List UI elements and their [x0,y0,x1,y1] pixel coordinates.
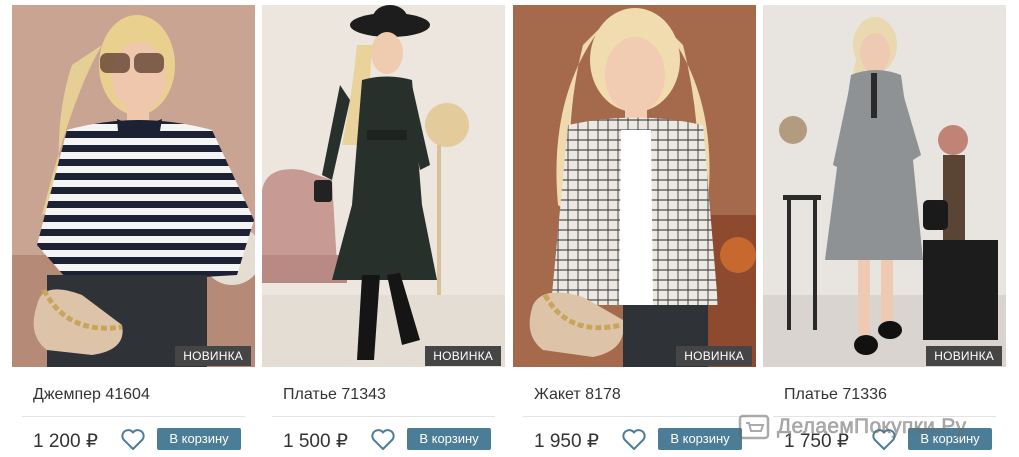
favorite-heart-icon[interactable] [871,428,897,451]
product-price: 1 500 ₽ [283,431,348,452]
add-to-cart-button[interactable]: В корзину [407,428,491,450]
product-card[interactable]: НОВИНКА Жакет 8178 1 950 ₽ В корзину [513,5,756,457]
divider [523,416,746,417]
product-photo-jumper [12,5,255,367]
product-price: 1 950 ₽ [534,431,599,452]
product-title[interactable]: Платье 71336 [784,386,887,404]
product-image[interactable] [763,5,1006,367]
new-badge: НОВИНКА [676,346,752,366]
product-image[interactable] [12,5,255,367]
product-title[interactable]: Платье 71343 [283,386,386,404]
product-title[interactable]: Жакет 8178 [534,386,621,404]
divider [22,416,245,417]
divider [773,416,996,417]
product-photo-jacket [513,5,756,367]
favorite-heart-icon[interactable] [370,428,396,451]
favorite-heart-icon[interactable] [120,428,146,451]
new-badge: НОВИНКА [926,346,1002,366]
product-price: 1 750 ₽ [784,431,849,452]
product-card[interactable]: НОВИНКА Платье 71343 1 500 ₽ В корзину [262,5,505,457]
favorite-heart-icon[interactable] [621,428,647,451]
divider [272,416,495,417]
add-to-cart-button[interactable]: В корзину [658,428,742,450]
new-badge: НОВИНКА [175,346,251,366]
product-photo-dress-black [262,5,505,367]
product-image[interactable] [513,5,756,367]
product-photo-dress-grey [763,5,1006,367]
new-badge: НОВИНКА [425,346,501,366]
product-price: 1 200 ₽ [33,431,98,452]
product-card[interactable]: НОВИНКА Платье 71336 1 750 ₽ В корзину [763,5,1006,457]
product-title[interactable]: Джемпер 41604 [33,386,150,404]
add-to-cart-button[interactable]: В корзину [908,428,992,450]
product-grid: НОВИНКА Джемпер 41604 1 200 ₽ В корзину [12,5,1006,457]
add-to-cart-button[interactable]: В корзину [157,428,241,450]
product-card[interactable]: НОВИНКА Джемпер 41604 1 200 ₽ В корзину [12,5,255,457]
product-image[interactable] [262,5,505,367]
